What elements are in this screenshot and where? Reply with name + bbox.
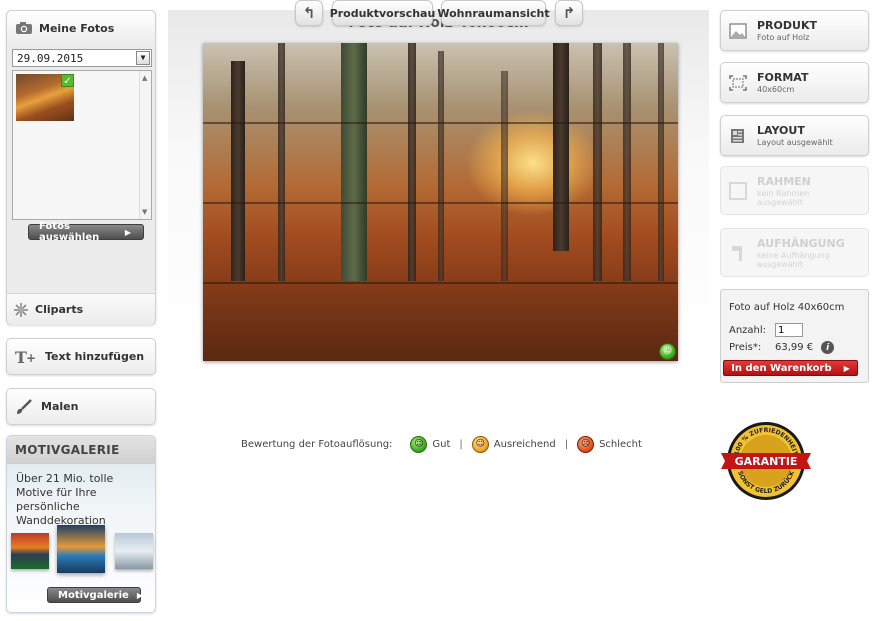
motif-gallery-panel: MOTIVGALERIE Über 21 Mio. tolle Motive f…	[6, 435, 156, 613]
option-layout[interactable]: LAYOUT Layout ausgewählt	[720, 115, 869, 156]
option-format-title: FORMAT	[757, 71, 809, 84]
select-photos-button[interactable]: Fotos auswählen ▶	[28, 221, 144, 243]
photo-list-scrollbar[interactable]: ▲ ▼	[139, 71, 151, 219]
frame-icon	[729, 181, 747, 200]
motif-gallery-button-label: Motivgalerie	[58, 589, 129, 601]
resize-icon	[729, 74, 747, 92]
add-to-cart-label: In den Warenkorb	[731, 362, 832, 374]
rating-good-label: Gut	[432, 438, 451, 450]
option-product[interactable]: PRODUKT Foto auf Holz	[720, 10, 869, 51]
undo-button[interactable]: ↰	[295, 0, 323, 26]
option-format-value: 40x60cm	[757, 85, 795, 94]
option-product-value: Foto auf Holz	[757, 33, 810, 42]
cliparts-label: Cliparts	[35, 303, 84, 316]
motif-image-lake[interactable]	[57, 525, 105, 573]
motif-image-sunset[interactable]	[11, 533, 49, 569]
smiley-neutral-icon: ☺	[471, 435, 489, 453]
smiley-bad-icon: ☹	[577, 435, 595, 453]
option-hanging-value: keine Aufhängung ausgewählt	[757, 250, 830, 269]
quantity-label: Anzahl:	[729, 324, 767, 336]
motif-gallery-button[interactable]: Motivgalerie ▶	[47, 587, 143, 603]
guarantee-seal: 100 % ZUFRIEDENHEIT SONST GELD ZURÜCK GA…	[721, 422, 811, 500]
photo-list: ✓ ▲ ▼	[12, 70, 152, 220]
paint-label: Malen	[41, 400, 79, 413]
add-to-cart-button[interactable]: In den Warenkorb ▶	[723, 360, 858, 376]
separator: |	[564, 438, 569, 450]
motif-previews	[11, 525, 153, 578]
arrow-right-icon: ▶	[136, 590, 143, 600]
room-view-button[interactable]: Wohnraumansicht	[437, 0, 550, 26]
sparkle-icon	[13, 302, 29, 318]
add-text-button[interactable]: T + Text hinzufügen	[6, 338, 156, 375]
room-view-label: Wohnraumansicht	[437, 6, 550, 20]
option-layout-value: Layout ausgewählt	[757, 138, 833, 147]
product-preview-label: Produktvorschau	[329, 6, 436, 20]
info-icon[interactable]: i	[821, 341, 835, 354]
motif-gallery-title: MOTIVGALERIE	[7, 436, 155, 464]
option-frame-value: kein Rahmen ausgewählt	[757, 188, 810, 207]
photo-canvas[interactable]	[203, 43, 678, 361]
cart-box: Foto auf Holz 40x60cm Anzahl: Preis*: 63…	[720, 289, 869, 383]
option-product-title: PRODUKT	[757, 19, 817, 32]
add-text-label: Text hinzufügen	[45, 350, 145, 363]
checkmark-icon: ✓	[61, 74, 74, 87]
motif-gallery-text: Über 21 Mio. tolle Motive für Ihre persö…	[16, 472, 114, 527]
date-select[interactable]: 29.09.2015 ▼	[12, 49, 152, 67]
redo-icon: ↱	[562, 4, 576, 22]
hammer-icon	[729, 244, 747, 262]
date-value: 29.09.2015	[17, 51, 84, 65]
price-row: Preis*: 63,99 € i	[729, 341, 860, 354]
price-label: Preis*:	[729, 342, 762, 353]
undo-icon: ↰	[302, 4, 316, 22]
quantity-input[interactable]	[775, 323, 803, 337]
motif-image-wolf[interactable]	[115, 533, 153, 569]
paint-button[interactable]: Malen	[6, 388, 156, 425]
cliparts-button[interactable]: Cliparts	[7, 293, 155, 325]
product-preview-button[interactable]: Produktvorschau	[329, 0, 436, 26]
rating-bad-label: Schlecht	[599, 438, 642, 450]
select-photos-label: Fotos auswählen	[39, 221, 100, 243]
option-format[interactable]: FORMAT 40x60cm	[720, 62, 869, 103]
brush-icon	[15, 398, 33, 415]
layout-icon	[729, 127, 747, 145]
option-frame: RAHMEN kein Rahmen ausgewählt	[720, 166, 869, 215]
smiley-good-icon: ☺	[410, 435, 428, 453]
arrow-right-icon: ▶	[843, 363, 850, 373]
camera-icon	[15, 21, 33, 35]
resolution-rating-legend: Bewertung der Fotoauflösung: ☺ Gut | ☺ A…	[241, 434, 642, 454]
text-icon: T +	[15, 349, 37, 365]
redo-button[interactable]: ↱	[555, 0, 583, 26]
rating-ok-label: Ausreichend	[493, 438, 556, 450]
separator: |	[459, 438, 463, 450]
option-layout-title: LAYOUT	[757, 124, 805, 137]
svg-text:+: +	[26, 351, 36, 365]
my-photos-panel: Meine Fotos 29.09.2015 ▼ ✓ ▲ ▼ Fotos aus…	[6, 10, 156, 325]
quantity-row: Anzahl:	[729, 323, 860, 337]
option-hanging: AUFHÄNGUNG keine Aufhängung ausgewählt	[720, 228, 869, 277]
scroll-up-icon[interactable]: ▲	[142, 74, 147, 82]
my-photos-header[interactable]: Meine Fotos	[7, 11, 155, 45]
image-icon	[729, 22, 747, 40]
my-photos-title: Meine Fotos	[39, 21, 115, 35]
option-hanging-title: AUFHÄNGUNG	[757, 236, 845, 250]
resolution-good-indicator-icon: ☺	[659, 343, 676, 360]
arrow-right-icon: ▶	[124, 227, 131, 237]
cart-product-title: Foto auf Holz 40x60cm	[729, 302, 845, 313]
rating-label: Bewertung der Fotoauflösung:	[241, 438, 393, 450]
scroll-down-icon[interactable]: ▼	[142, 208, 147, 216]
chevron-down-icon[interactable]: ▼	[136, 51, 150, 65]
price-value: 63,99 €	[775, 342, 814, 353]
seal-main-text: GARANTIE	[735, 455, 798, 468]
option-frame-title: RAHMEN	[757, 174, 811, 188]
